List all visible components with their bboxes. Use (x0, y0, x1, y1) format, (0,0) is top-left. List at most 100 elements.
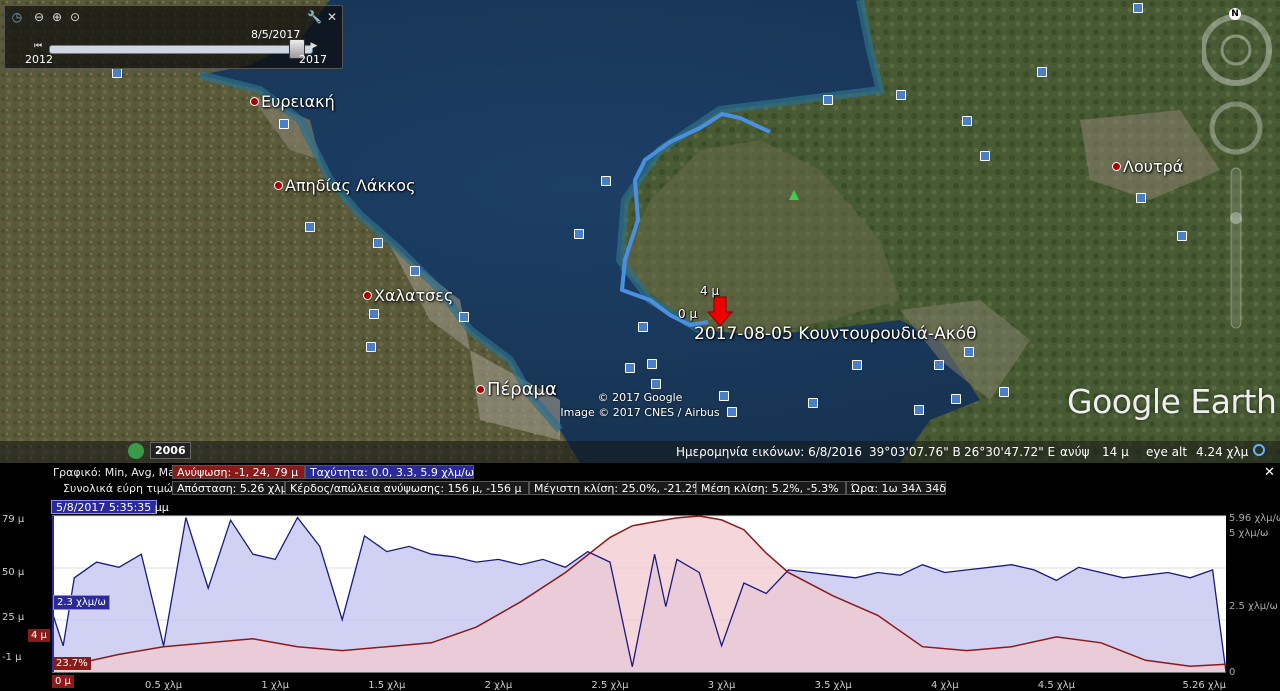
latitude: 39°03'07.76" Β (869, 445, 961, 459)
zoom-in-icon[interactable]: ⊕ (50, 10, 64, 24)
photo-pin-icon[interactable] (852, 360, 862, 370)
photo-pin-icon[interactable] (1136, 193, 1146, 203)
place-name: Απηδίας Λάκκος (285, 176, 416, 195)
historical-imagery-panel: ◷ ⊖ ⊕ ⊙ 🔧 ✕ 8/5/2017 ⏮ ▶ 2012 2017 (4, 5, 343, 69)
place-dot-icon (363, 291, 372, 300)
step-forward-icon[interactable]: ▶ (307, 39, 321, 53)
move-ring-icon (1209, 101, 1263, 155)
elevation-speed-chart[interactable]: 79 μ 50 μ 25 μ -1 μ 5.96 χλμ/ω 5 χλμ/ω 2.5 χλμ… (0, 463, 1280, 691)
x-tick-label: 1 χλμ (261, 680, 289, 691)
eye-alt-value: 4.24 χλμ (1196, 445, 1249, 459)
longitude: 26°30'47.72" Ε (964, 445, 1056, 459)
copyright-google: © 2017 Google (597, 391, 683, 404)
time-slider-track[interactable] (49, 45, 313, 54)
photo-pin-icon[interactable] (651, 379, 661, 389)
place-dot-icon (1112, 162, 1121, 171)
place-label[interactable]: Λουτρά (1112, 157, 1183, 176)
x-tick-label: 3.5 χλμ (815, 680, 853, 691)
photo-pin-icon[interactable] (574, 229, 584, 239)
photo-pin-icon[interactable] (369, 309, 379, 319)
cursor-elevation-tag: 4 μ (28, 629, 50, 642)
x-tick-label: 1.5 χλμ (368, 680, 406, 691)
photo-pin-icon[interactable] (647, 359, 657, 369)
place-label[interactable]: Απηδίας Λάκκος (274, 176, 415, 195)
zoom-fit-icon[interactable]: ⊙ (68, 10, 82, 24)
y-left-tick-label: 25 μ (2, 612, 25, 623)
place-dot-icon (250, 97, 259, 106)
y-left-tick-label: -1 μ (2, 652, 22, 663)
navigation-control-graphic (1202, 14, 1272, 329)
copyright-imagery: Image © 2017 CNES / Airbus (560, 406, 720, 419)
x-tick-label: 4 χλμ (931, 680, 959, 691)
photo-pin-icon[interactable] (373, 238, 383, 248)
end-year-label: 2017 (299, 53, 327, 66)
clock-icon[interactable]: ◷ (10, 10, 24, 24)
y-right-tick-label: 5.96 χλμ/ω (1229, 513, 1280, 524)
step-back-icon[interactable]: ⏮ (31, 39, 45, 53)
imagery-date: Ημερομηνία εικόνων: 6/8/2016 (676, 445, 862, 459)
photo-pin-icon[interactable] (962, 116, 972, 126)
elevation-marker-0m: 0 μ (678, 307, 698, 321)
google-earth-logo: Google Earth (1067, 382, 1277, 421)
x-tick-label: 5.26 χλμ (1182, 680, 1226, 691)
photo-pin-icon[interactable] (1133, 3, 1143, 13)
photo-pin-icon[interactable] (808, 398, 818, 408)
photo-pin-icon[interactable] (934, 360, 944, 370)
y-right-tick-label: 5 χλμ/ω (1229, 528, 1268, 539)
historical-imagery-icon[interactable] (128, 443, 144, 459)
x-tick-label: 4.5 χλμ (1038, 680, 1076, 691)
elevation-profile-panel: Γραφικό: Min, Avg, Max: Ανύψωση: -1, 24,… (0, 463, 1280, 691)
zoom-slider-icon (1230, 167, 1242, 329)
photo-pin-icon[interactable] (279, 119, 289, 129)
look-ring-icon (1202, 14, 1272, 86)
map-view[interactable]: Ευρειακή Απηδίας Λάκκος Χαλατσες Πέραμα … (0, 0, 1280, 463)
y-left-tick-label: 79 μ (2, 514, 25, 525)
photo-pin-icon[interactable] (366, 342, 376, 352)
place-label[interactable]: Χαλατσες (363, 286, 453, 305)
x-tick-label: 3 χλμ (708, 680, 736, 691)
eye-alt-label: eye alt (1146, 445, 1188, 459)
navigation-control[interactable]: N (1202, 8, 1276, 338)
x-tick-label: 0.5 χλμ (145, 680, 183, 691)
zoom-out-icon[interactable]: ⊖ (32, 10, 46, 24)
elevation-label: ανύψ (1060, 445, 1090, 459)
x-tick-label: 2.5 χλμ (591, 680, 629, 691)
photo-pin-icon[interactable] (823, 95, 833, 105)
photo-pin-icon[interactable] (459, 312, 469, 322)
settings-wrench-icon[interactable]: 🔧 (307, 10, 322, 24)
start-year-label: 2012 (25, 53, 53, 66)
photo-pin-icon[interactable] (980, 151, 990, 161)
place-label[interactable]: Ευρειακή (250, 92, 335, 111)
track-label[interactable]: 2017-08-05 Κουντουρουδιά-Ακόθ (694, 324, 977, 344)
photo-pin-icon[interactable] (951, 394, 961, 404)
streaming-indicator-icon (1253, 444, 1265, 456)
photo-pin-icon[interactable] (112, 68, 122, 78)
north-icon[interactable]: N (1229, 8, 1241, 20)
historical-year-badge[interactable]: 2006 (150, 442, 191, 459)
place-name: Λουτρά (1123, 157, 1184, 176)
photo-pin-icon[interactable] (305, 222, 315, 232)
photo-pin-icon[interactable] (896, 90, 906, 100)
close-icon[interactable]: ✕ (325, 10, 339, 24)
y-right-tick-label: 0 (1229, 667, 1235, 678)
place-name: Ευρειακή (261, 92, 335, 111)
cursor-distance-tag: 0 μ (52, 675, 74, 688)
cursor-slope-tag: 23.7% (53, 657, 91, 670)
photo-pin-icon[interactable] (601, 176, 611, 186)
elevation-value: 14 μ (1102, 445, 1129, 459)
photo-pin-icon[interactable] (638, 322, 648, 332)
photo-pin-icon[interactable] (914, 405, 924, 415)
place-dot-icon (476, 385, 485, 394)
place-name: Χαλατσες (374, 286, 454, 305)
photo-pin-icon[interactable] (999, 387, 1009, 397)
y-right-tick-label: 2.5 χλμ/ω (1229, 601, 1278, 612)
photo-pin-icon[interactable] (625, 363, 635, 373)
photo-pin-icon[interactable] (964, 347, 974, 357)
elevation-marker-4m: 4 μ (700, 284, 720, 298)
photo-pin-icon[interactable] (410, 266, 420, 276)
x-tick-label: 2 χλμ (485, 680, 513, 691)
status-bar: 2006 Ημερομηνία εικόνων: 6/8/2016 39°03'… (0, 441, 1280, 463)
photo-pin-icon[interactable] (1037, 67, 1047, 77)
photo-pin-icon[interactable] (1177, 231, 1187, 241)
y-left-tick-label: 50 μ (2, 567, 25, 578)
